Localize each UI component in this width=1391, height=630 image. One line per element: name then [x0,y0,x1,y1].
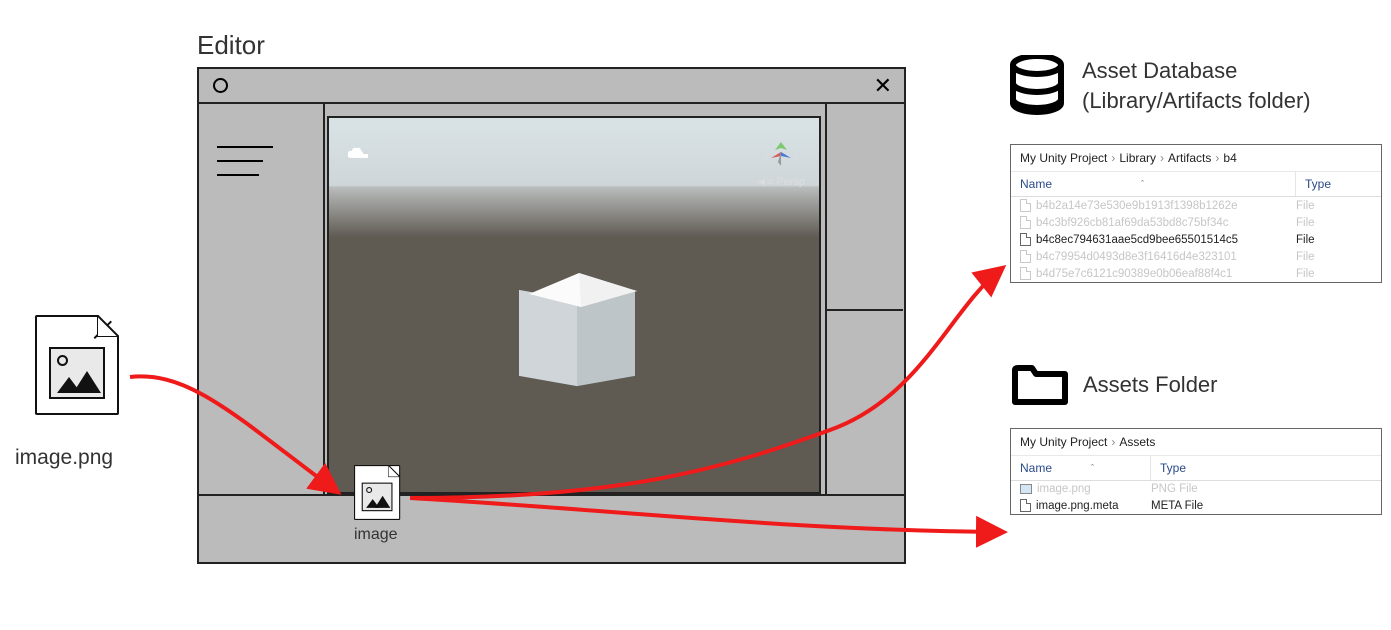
svg-text:x: x [765,155,769,162]
breadcrumb[interactable]: My Unity Project›Assets [1011,429,1381,456]
artifacts-explorer: My Unity Project›Library›Artifacts›b4 Na… [1010,144,1382,283]
scene-view[interactable]: x z ◄≡ Persp [327,116,821,494]
project-panel [199,494,904,630]
table-row[interactable]: b4d75e7c6121c90389e0b06eaf88f4c1File [1011,265,1381,282]
asset-database-label: Asset Database [1082,58,1237,84]
table-row[interactable]: b4b2a14e73e530e9b1913f1398b1262eFile [1011,197,1381,214]
assets-folder-label: Assets Folder [1083,372,1218,398]
hamburger-line [217,146,273,148]
window-control-icon[interactable] [213,78,228,93]
orientation-gizmo-icon[interactable]: x z [759,128,803,175]
close-icon[interactable]: ✕ [874,73,892,99]
cloud-icon [347,146,369,166]
file-icon [1020,199,1031,212]
editor-title: Editor [197,30,265,61]
inspector-panel [825,104,903,494]
hamburger-line [217,174,259,176]
hamburger-line [217,160,263,162]
column-headers[interactable]: Nameˆ Type [1011,172,1381,197]
file-icon [1020,216,1031,229]
folder-icon [1012,362,1068,406]
table-row[interactable]: image.pngPNG File [1011,481,1381,497]
file-icon [1020,267,1031,280]
table-row[interactable]: image.png.metaMETA File [1011,497,1381,514]
table-row[interactable]: b4c8ec794631aae5cd9bee65501514c5File [1011,231,1381,248]
database-icon [1009,55,1065,117]
editor-window: ✕ x z ◄≡ Persp [197,67,906,564]
breadcrumb[interactable]: My Unity Project›Library›Artifacts›b4 [1011,145,1381,172]
source-image-file-label: image.png [15,446,113,470]
title-bar: ✕ [199,69,904,104]
source-image-file-icon [35,315,119,415]
file-icon [1020,233,1031,246]
file-icon [1020,250,1031,263]
hierarchy-panel [199,104,325,494]
project-asset-label: image [354,526,398,544]
file-icon [1020,499,1031,512]
table-row[interactable]: b4c79954d0493d8e3f16416d4e323101File [1011,248,1381,265]
image-icon [1020,484,1032,494]
table-row[interactable]: b4c3bf926cb81af69da53bd8c75bf34cFile [1011,214,1381,231]
projection-label: ◄≡ Persp [756,176,805,188]
column-headers[interactable]: Nameˆ Type [1011,456,1381,481]
assets-explorer: My Unity Project›Assets Nameˆ Type image… [1010,428,1382,515]
project-asset-icon[interactable] [354,465,438,565]
scene-cube[interactable] [525,261,645,381]
asset-database-sublabel: (Library/Artifacts folder) [1082,88,1311,114]
svg-text:z: z [795,155,799,162]
